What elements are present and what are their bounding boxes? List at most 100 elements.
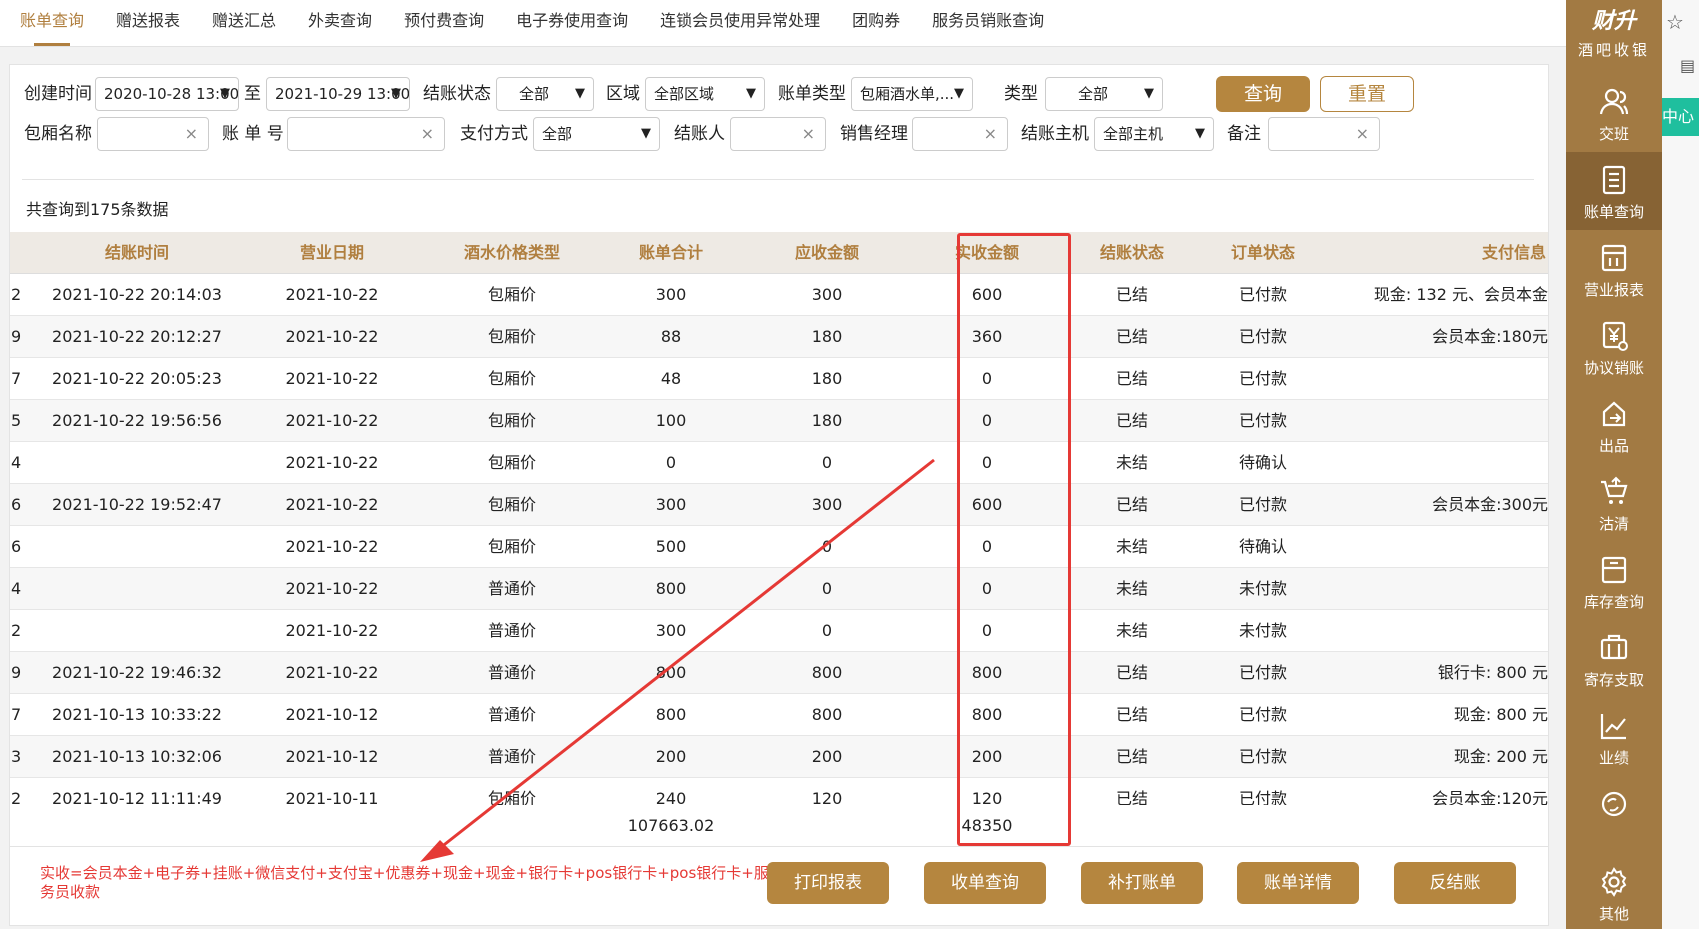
table-body[interactable]: 2 2021-10-22 20:14:03 2021-10-22 包厢价 300 300 6…: [10, 274, 1548, 805]
table-row[interactable]: 4 2021-10-22 普通价 800 0 0 未结 未付款: [10, 568, 1548, 610]
tab-gift-report[interactable]: 赠送报表: [104, 0, 192, 46]
clear-icon[interactable]: ×: [185, 118, 198, 150]
bill-detail-button[interactable]: 账单详情: [1237, 862, 1359, 904]
support-icon: [1601, 791, 1627, 817]
settler-input[interactable]: ×: [730, 117, 826, 151]
table-row[interactable]: 2 2021-10-22 20:14:03 2021-10-22 包厢价 300 300 6…: [10, 274, 1548, 316]
cell-price-type: 普通价: [487, 705, 536, 724]
sidebar-item-bill-query[interactable]: 账单查询: [1566, 152, 1662, 230]
settle-status-select[interactable]: 全部 ▼: [496, 77, 594, 111]
table-row[interactable]: 9 2021-10-22 20:12:27 2021-10-22 包厢价 88 180 36…: [10, 316, 1548, 358]
cell-receivable: 300: [811, 285, 843, 304]
cell-business-date: 2021-10-22: [285, 495, 379, 514]
pay-method-select[interactable]: 全部 ▼: [533, 117, 660, 151]
cell-bill-total: 800: [655, 663, 687, 682]
bill-type-select[interactable]: 包厢酒水单,... ▼: [851, 77, 973, 111]
tab-ecoupon-query[interactable]: 电子券使用查询: [504, 0, 640, 46]
center-tab[interactable]: 中心: [1662, 98, 1699, 136]
table-row[interactable]: 2 2021-10-22 普通价 300 0 0 未结 未付款: [10, 610, 1548, 652]
sidebar-item-label: 协议销账: [1583, 359, 1644, 377]
sidebar-item-label: 寄存支取: [1583, 671, 1644, 689]
sidebar-item-support[interactable]: [1566, 776, 1662, 854]
storage-icon: [1600, 634, 1628, 660]
sales-manager-input[interactable]: ×: [912, 117, 1008, 151]
cell-settle-status: 已结: [1115, 495, 1148, 514]
create-time-to-picker[interactable]: 2021-10-29 13:00 ▼: [266, 77, 410, 111]
clear-icon[interactable]: ×: [1356, 118, 1369, 150]
query-button[interactable]: 查询: [1216, 76, 1310, 112]
sidebar-item-agreement-writeoff[interactable]: 协议销账: [1566, 308, 1662, 386]
header-settle-status[interactable]: 结账状态: [1065, 232, 1199, 273]
type-select[interactable]: 全部 ▼: [1045, 77, 1163, 111]
table-row[interactable]: 2 2021-10-12 11:11:49 2021-10-11 包厢价 240 120 1…: [10, 778, 1548, 805]
header-order-status[interactable]: 订单状态: [1199, 232, 1327, 273]
cell-row-index: 7: [11, 369, 22, 388]
grid-icon[interactable]: ▤: [1680, 56, 1695, 75]
sidebar-item-sold-out[interactable]: 沽清: [1566, 464, 1662, 542]
cell-received: 800: [971, 663, 1003, 682]
sidebar-item-handover[interactable]: 交班: [1566, 74, 1662, 152]
tab-chain-member-exception[interactable]: 连锁会员使用异常处理: [648, 0, 832, 46]
header-bill-total[interactable]: 账单合计: [597, 232, 745, 273]
cell-order-status: 已付款: [1238, 285, 1287, 304]
header-settle-time[interactable]: 结账时间: [37, 232, 237, 273]
clear-icon[interactable]: ×: [984, 118, 997, 150]
sidebar-item-business-report[interactable]: 营业报表: [1566, 230, 1662, 308]
yuan-icon: [1602, 321, 1628, 351]
table-row[interactable]: 4 2021-10-22 包厢价 0 0 0 未结 待确认: [10, 442, 1548, 484]
sidebar-item-label: 账单查询: [1583, 203, 1644, 221]
room-name-input[interactable]: ×: [97, 117, 209, 151]
sidebar-item-performance[interactable]: 业绩: [1566, 698, 1662, 776]
header-received[interactable]: 实收金额: [909, 232, 1065, 273]
remark-input[interactable]: ×: [1268, 117, 1380, 151]
cell-pay-info: [1327, 442, 1548, 483]
area-label: 区域: [606, 84, 640, 104]
table-header: 结账时间 营业日期 酒水价格类型 账单合计 应收金额 实收金额 结账状态 订单状…: [10, 232, 1548, 274]
sidebar-item-storage-withdraw[interactable]: 寄存支取: [1566, 620, 1662, 698]
tab-takeout-query[interactable]: 外卖查询: [296, 0, 384, 46]
cell-price-type: 普通价: [487, 663, 536, 682]
sidebar-item-other[interactable]: 其他: [1566, 854, 1662, 929]
tab-waiter-writeoff[interactable]: 服务员销账查询: [920, 0, 1056, 46]
cell-bill-total: 240: [655, 789, 687, 805]
sidebar-item-inventory-query[interactable]: 库存查询: [1566, 542, 1662, 620]
reprint-bill-button[interactable]: 补打账单: [1081, 862, 1203, 904]
cell-settle-status: 未结: [1115, 621, 1148, 640]
table-row[interactable]: 3 2021-10-13 10:32:06 2021-10-12 普通价 200 200 2…: [10, 736, 1548, 778]
header-price-type[interactable]: 酒水价格类型: [427, 232, 597, 273]
table-row[interactable]: 9 2021-10-22 19:46:32 2021-10-22 普通价 800 800 8…: [10, 652, 1548, 694]
table-row[interactable]: 5 2021-10-22 19:56:56 2021-10-22 包厢价 100 180 0…: [10, 400, 1548, 442]
clear-icon[interactable]: ×: [802, 118, 815, 150]
create-time-from-picker[interactable]: 2020-10-28 13:00 ▼: [95, 77, 239, 111]
table-row[interactable]: 6 2021-10-22 19:52:47 2021-10-22 包厢价 300 300 6…: [10, 484, 1548, 526]
header-business-date[interactable]: 营业日期: [237, 232, 427, 273]
tab-prepaid-query[interactable]: 预付费查询: [392, 0, 496, 46]
cell-price-type: 普通价: [487, 747, 536, 766]
tab-gift-summary[interactable]: 赠送汇总: [200, 0, 288, 46]
clear-icon[interactable]: ×: [421, 118, 434, 150]
cell-received: 800: [971, 705, 1003, 724]
reset-button[interactable]: 重置: [1320, 76, 1414, 112]
star-icon[interactable]: ☆: [1666, 10, 1684, 34]
settle-host-select[interactable]: 全部主机 ▼: [1094, 117, 1214, 151]
area-select[interactable]: 全部区域 ▼: [645, 77, 765, 111]
sidebar-item-label: 营业报表: [1583, 281, 1644, 299]
receipt-query-button[interactable]: 收单查询: [924, 862, 1046, 904]
chevron-down-icon: ▼: [220, 86, 230, 101]
table-row[interactable]: 7 2021-10-13 10:33:22 2021-10-12 普通价 800 800 8…: [10, 694, 1548, 736]
tab-bill-query[interactable]: 账单查询: [8, 0, 96, 46]
bill-type-label: 账单类型: [778, 84, 846, 104]
header-receivable[interactable]: 应收金额: [745, 232, 909, 273]
sidebar-item-output[interactable]: 出品: [1566, 386, 1662, 464]
tab-group-coupon[interactable]: 团购券: [840, 0, 912, 46]
cell-pay-info: 现金: 132 元、会员本金: [1373, 285, 1548, 304]
header-pay-info[interactable]: 支付信息: [1327, 232, 1548, 273]
table-row[interactable]: 6 2021-10-22 包厢价 500 0 0 未结 待确认: [10, 526, 1548, 568]
cell-order-status: 已付款: [1238, 705, 1287, 724]
table-row[interactable]: 7 2021-10-22 20:05:23 2021-10-22 包厢价 48 180 0 已…: [10, 358, 1548, 400]
reverse-settle-button[interactable]: 反结账: [1394, 862, 1516, 904]
bill-no-input[interactable]: ×: [287, 117, 445, 151]
create-time-from-value: 2020-10-28 13:00: [104, 85, 239, 103]
print-report-button[interactable]: 打印报表: [767, 862, 889, 904]
sidebar-item-label: 出品: [1598, 437, 1629, 455]
